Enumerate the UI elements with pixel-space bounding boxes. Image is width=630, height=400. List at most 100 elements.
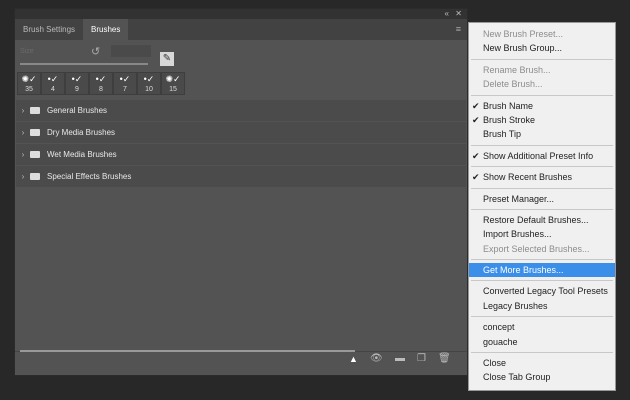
menu-item-label: Delete Brush... [483, 79, 543, 90]
checkmark-icon: ✔ [472, 150, 480, 161]
brush-preset[interactable]: ✺✓ 35 [17, 72, 41, 95]
menu-item[interactable]: Close Tab Group [469, 370, 615, 384]
menu-item[interactable]: Converted Legacy Tool Presets [469, 284, 615, 298]
menu-item[interactable]: ✔ Brush Stroke [469, 113, 615, 127]
trash-icon[interactable]: 🗑 [438, 353, 451, 364]
collapse-icon[interactable]: « [445, 9, 449, 19]
menu-item[interactable]: Preset Manager... [469, 192, 615, 206]
visibility-toggle-icon[interactable]: 👁 [370, 353, 383, 364]
menu-item-label: Get More Brushes... [483, 265, 564, 276]
folder-icon [30, 173, 40, 180]
group-name: Wet Media Brushes [47, 150, 117, 159]
chevron-right-icon[interactable]: › [16, 172, 30, 181]
menu-item[interactable]: Get More Brushes... [469, 263, 615, 278]
brush-preset[interactable]: •✓ 8 [89, 72, 113, 95]
thumbnail-size-slider[interactable] [20, 350, 355, 352]
chevron-right-icon[interactable]: › [16, 106, 30, 115]
menu-item-label: Brush Tip [483, 129, 522, 140]
menu-item-label: gouache [483, 336, 518, 347]
checkmark-icon: ✔ [472, 172, 480, 183]
group-name: General Brushes [47, 106, 108, 115]
brush-groups: › General Brushes › Dry Media Brushes › Wet M… [15, 100, 467, 187]
menu-separator [471, 208, 613, 210]
menu-item[interactable]: Legacy Brushes [469, 299, 615, 313]
menu-item-label: Brush Stroke [483, 114, 536, 125]
menu-item-label: Legacy Brushes [483, 300, 548, 311]
brush-size: 4 [51, 86, 55, 93]
size-input[interactable] [111, 45, 151, 57]
panel-footer: ▲ 👁 ▬ ❐ 🗑 [15, 350, 467, 369]
menu-item[interactable]: gouache [469, 335, 615, 349]
tab-bar: Brush Settings Brushes ≡ [15, 19, 467, 40]
brushes-panel: « ✕ Brush Settings Brushes ≡ Size ↺ ✎ ✺✓… [14, 8, 468, 376]
menu-item[interactable]: ✔ Brush Name [469, 99, 615, 113]
brush-preset[interactable]: •✓ 10 [137, 72, 161, 95]
brush-tip-icon: •✓ [47, 74, 59, 84]
brush-group-row[interactable]: › General Brushes [16, 100, 466, 121]
menu-separator [471, 280, 613, 282]
brush-tip-icon: ✺✓ [165, 74, 181, 84]
menu-item-label: New Brush Group... [483, 43, 563, 54]
size-label: Size [20, 48, 34, 55]
menu-item[interactable]: Import Brushes... [469, 227, 615, 241]
reset-icon[interactable]: ↺ [91, 45, 100, 58]
menu-item[interactable]: New Brush Group... [469, 41, 615, 55]
menu-item-label: Close Tab Group [483, 372, 551, 383]
brush-group-row[interactable]: › Special Effects Brushes [16, 166, 466, 187]
menu-item-label: Export Selected Brushes... [483, 243, 590, 254]
close-icon[interactable]: ✕ [455, 9, 462, 19]
brush-size: 8 [99, 86, 103, 93]
brush-size: 15 [169, 86, 177, 93]
new-group-folder-icon[interactable]: ▬ [395, 353, 405, 364]
slider-thumb[interactable]: ▲ [349, 354, 358, 364]
menu-item[interactable]: ✔ Show Recent Brushes [469, 170, 615, 184]
menu-item[interactable]: Close [469, 356, 615, 370]
group-name: Dry Media Brushes [47, 128, 116, 137]
menu-item-label: Show Recent Brushes [483, 172, 573, 183]
brush-preset[interactable]: •✓ 7 [113, 72, 137, 95]
menu-separator [471, 259, 613, 261]
brush-group-row[interactable]: › Wet Media Brushes [16, 144, 466, 165]
menu-item-label: Converted Legacy Tool Presets [483, 286, 608, 297]
group-name: Special Effects Brushes [47, 172, 132, 181]
tab-brush-settings[interactable]: Brush Settings [15, 19, 83, 40]
menu-separator [471, 187, 613, 189]
brush-preset[interactable]: •✓ 9 [65, 72, 89, 95]
menu-item[interactable]: Brush Tip [469, 127, 615, 141]
menu-item: Delete Brush... [469, 77, 615, 91]
size-slider[interactable] [20, 63, 148, 65]
new-brush-icon[interactable]: ❐ [417, 353, 426, 364]
brush-tip-icon: •✓ [143, 74, 155, 84]
brush-size: 9 [75, 86, 79, 93]
menu-separator [471, 166, 613, 168]
menu-item[interactable]: ✔ Show Additional Preset Info [469, 149, 615, 163]
brush-preset[interactable]: •✓ 4 [41, 72, 65, 95]
menu-item-label: Brush Name [483, 100, 534, 111]
folder-icon [30, 129, 40, 136]
panel-title-bar: « ✕ [15, 9, 467, 19]
chevron-right-icon[interactable]: › [16, 128, 30, 137]
brush-group-row[interactable]: › Dry Media Brushes [16, 122, 466, 143]
menu-separator [471, 316, 613, 318]
menu-item: Rename Brush... [469, 63, 615, 77]
menu-item-label: concept [483, 322, 515, 333]
tab-brushes[interactable]: Brushes [83, 19, 129, 40]
brush-preset[interactable]: ✺✓ 15 [161, 72, 185, 95]
recent-brushes: ✺✓ 35 •✓ 4 •✓ 9 •✓ 8 •✓ 7 •✓ 10 ✺✓ 15 [17, 72, 467, 95]
menu-separator [471, 144, 613, 146]
menu-item: New Brush Preset... [469, 27, 615, 41]
brush-tip-icon: •✓ [95, 74, 107, 84]
brush-edit-icon[interactable]: ✎ [160, 52, 174, 66]
menu-item[interactable]: Restore Default Brushes... [469, 213, 615, 227]
menu-separator [471, 58, 613, 60]
menu-item-label: Restore Default Brushes... [483, 214, 589, 225]
chevron-right-icon[interactable]: › [16, 150, 30, 159]
menu-item-label: Import Brushes... [483, 229, 552, 240]
menu-item[interactable]: concept [469, 320, 615, 334]
panel-menu-icon[interactable]: ≡ [456, 24, 461, 34]
brush-size: 10 [145, 86, 153, 93]
brush-tip-icon: •✓ [71, 74, 83, 84]
menu-item-label: Rename Brush... [483, 64, 551, 75]
size-control: Size ↺ ✎ [15, 40, 467, 70]
menu-item-label: Show Additional Preset Info [483, 150, 594, 161]
